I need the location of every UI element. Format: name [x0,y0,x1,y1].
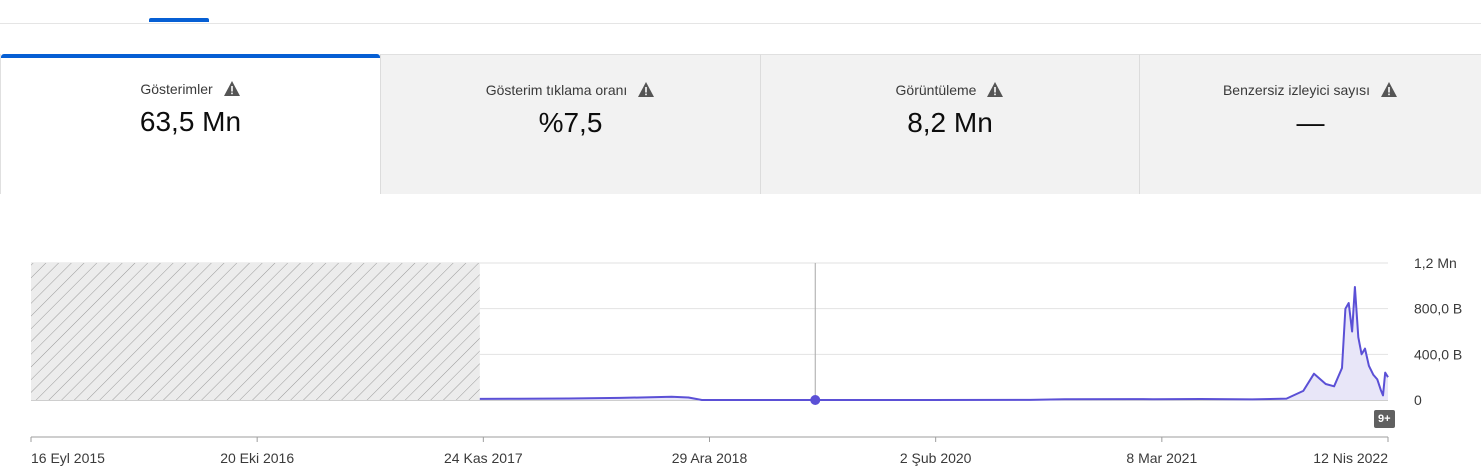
y-tick-label: 800,0 B [1414,301,1462,317]
metric-label: Görüntüleme [895,81,977,98]
x-tick-label: 8 Mar 2021 [1126,450,1197,466]
series-area [479,287,1388,400]
warning-icon[interactable] [637,81,655,98]
metric-value: 8,2 Mn [907,107,993,138]
metric-card-views[interactable]: Görüntüleme 8,2 Mn [760,54,1139,194]
metric-card-unique-viewers[interactable]: Benzersiz izleyici sayısı — [1139,54,1481,194]
warning-icon[interactable] [986,81,1004,98]
metric-value: %7,5 [538,107,603,138]
x-tick-label: 2 Şub 2020 [900,450,972,466]
annotation-count-badge[interactable]: 9+ [1374,410,1395,428]
metric-label: Benzersiz izleyici sayısı [1222,81,1371,98]
metric-card-ctr[interactable]: Gösterim tıklama oranı %7,5 [380,54,760,194]
y-tick-label: 1,2 Mn [1414,255,1457,271]
x-tick-label: 20 Eki 2016 [220,450,294,466]
metric-cards: Gösterimler 63,5 Mn Gösterim tıklama ora… [0,54,1481,194]
metric-label: Gösterim tıklama oranı [485,81,628,98]
x-tick-label: 29 Ara 2018 [672,450,748,466]
metric-card-impressions[interactable]: Gösterimler 63,5 Mn [0,54,380,194]
top-tab-bar [0,0,1481,24]
chart-svg[interactable]: 0 400,0 B 800,0 B 1,2 Mn 16 Eyl 2015 20 Eki 2… [0,194,1481,475]
metric-value: — [1296,107,1325,138]
metric-value: 63,5 Mn [139,106,242,137]
warning-icon[interactable] [223,80,241,97]
x-tick-label: 16 Eyl 2015 [31,450,105,466]
active-tab-indicator [149,18,209,22]
warning-icon[interactable] [1380,81,1398,98]
x-tick-label: 24 Kas 2017 [444,450,523,466]
series-line[interactable] [479,286,1389,401]
x-tick-label: 12 Nis 2022 [1313,450,1388,466]
hover-point[interactable] [810,395,821,405]
no-data-region [31,263,480,400]
metric-label: Gösterimler [140,80,213,97]
impressions-chart[interactable]: 0 400,0 B 800,0 B 1,2 Mn 16 Eyl 2015 20 Eki 2… [0,194,1481,475]
y-tick-label: 0 [1414,392,1422,408]
y-tick-label: 400,0 B [1414,346,1462,362]
